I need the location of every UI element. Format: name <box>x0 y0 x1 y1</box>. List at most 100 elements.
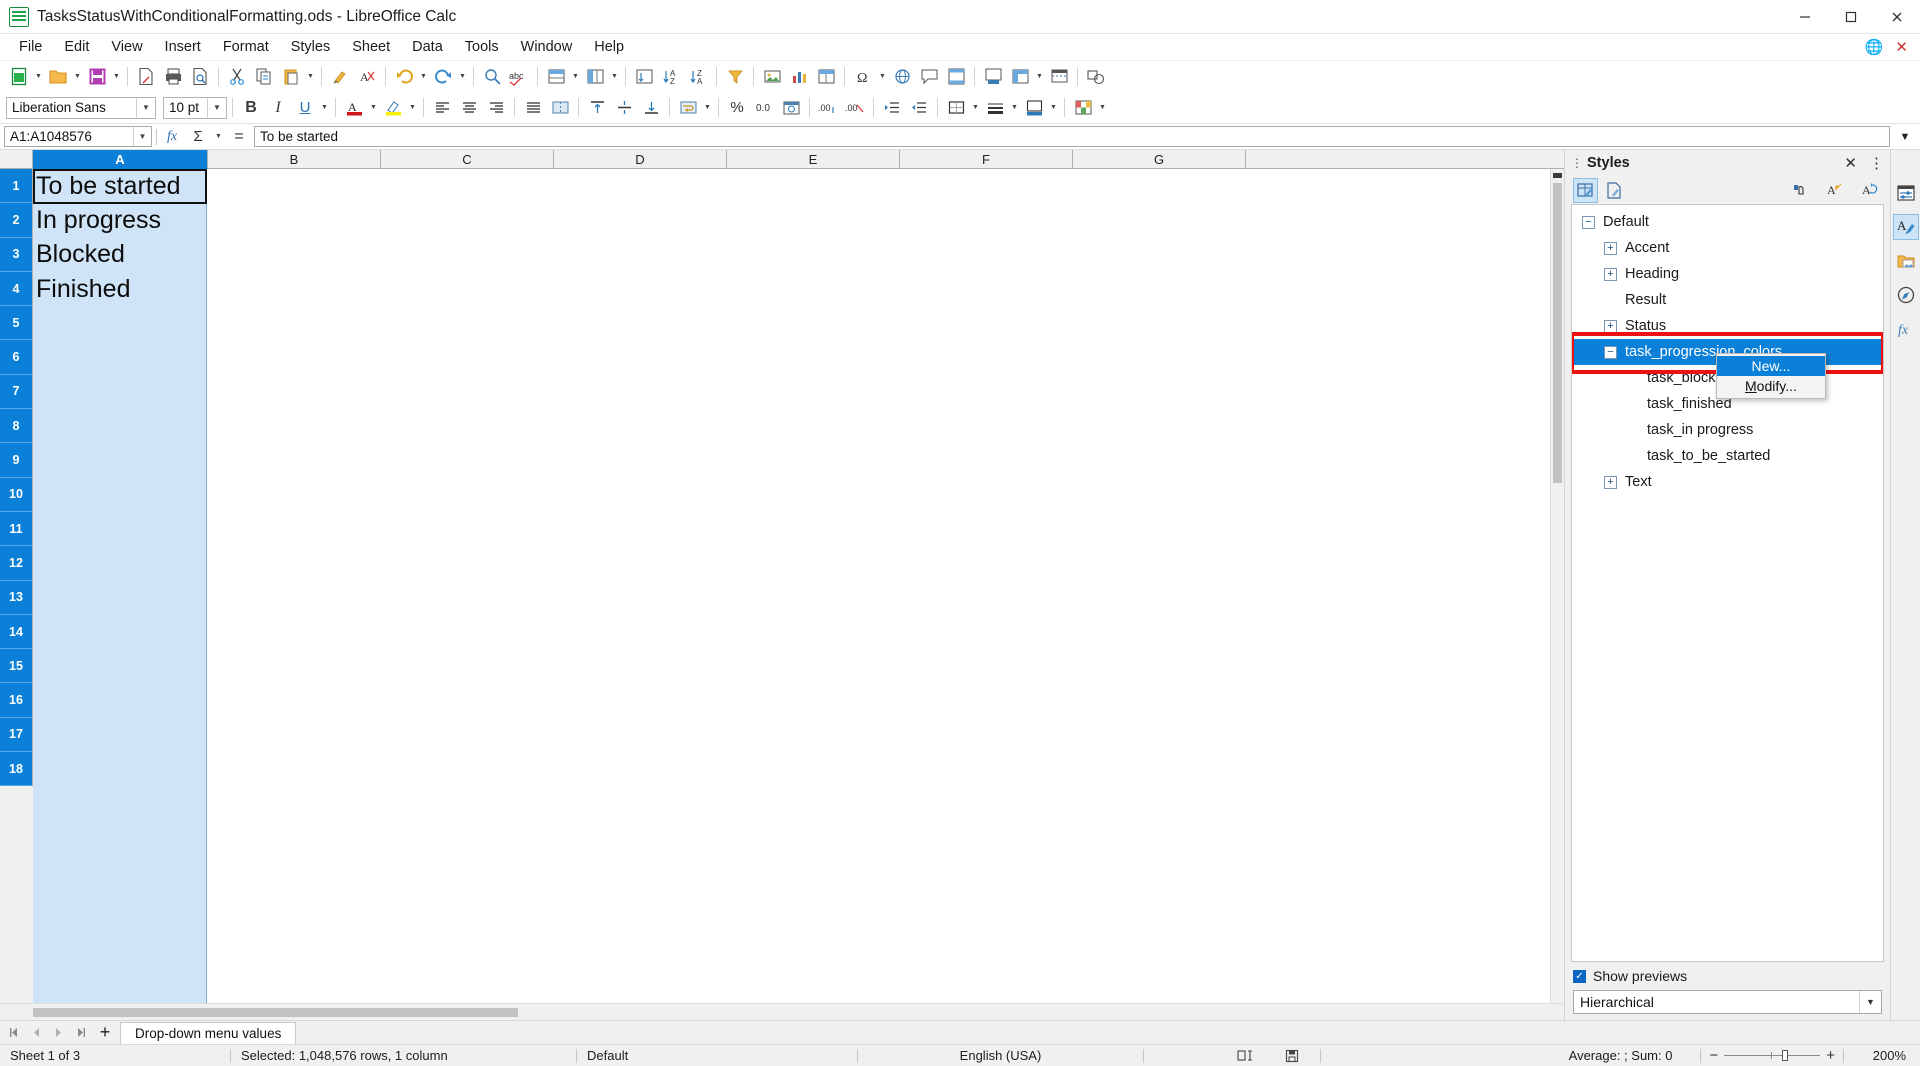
menu-styles[interactable]: Styles <box>280 36 342 58</box>
styles-deck-icon[interactable]: A <box>1892 214 1919 240</box>
cell-a10[interactable] <box>33 478 208 512</box>
cell-a15[interactable] <box>33 649 208 683</box>
menu-insert[interactable]: Insert <box>154 36 212 58</box>
open-file-icon[interactable] <box>45 64 71 90</box>
zoom-slider-track[interactable] <box>1724 1050 1821 1061</box>
sidebar-menu-icon[interactable]: ⋮ <box>1869 154 1884 172</box>
fill-format-mode-icon[interactable] <box>1787 178 1812 203</box>
context-menu-item-new[interactable]: New... <box>1717 356 1825 376</box>
sort-ascending-icon[interactable]: AZ <box>658 64 684 90</box>
freeze-rows-columns-icon[interactable] <box>1007 64 1033 90</box>
style-tree-item-result[interactable]: Result <box>1572 287 1883 313</box>
borders-dropdown[interactable]: ▼ <box>970 95 981 121</box>
navigator-deck-icon[interactable] <box>1893 282 1919 308</box>
row-header-15[interactable]: 15 <box>0 649 33 684</box>
cell-a1[interactable]: To be started <box>33 169 208 203</box>
define-print-area-icon[interactable] <box>980 64 1006 90</box>
cell-a13[interactable] <box>33 581 208 615</box>
collapse-icon[interactable]: − <box>1582 215 1595 229</box>
style-tree-item-text[interactable]: + Text <box>1572 469 1883 495</box>
horizontal-scroll-thumb[interactable] <box>33 1007 518 1017</box>
format-as-percent-icon[interactable]: % <box>724 95 750 121</box>
find-replace-icon[interactable] <box>479 64 505 90</box>
copy-icon[interactable] <box>251 64 277 90</box>
format-as-date-icon[interactable] <box>778 95 804 121</box>
style-tree-item-default[interactable]: − Default <box>1572 209 1883 235</box>
vertical-scrollbar[interactable] <box>1550 169 1564 1003</box>
underline-button[interactable]: U <box>292 95 318 121</box>
font-color-icon[interactable]: A <box>341 95 367 121</box>
align-center-icon[interactable] <box>456 95 482 121</box>
print-icon[interactable] <box>160 64 186 90</box>
row-header-12[interactable]: 12 <box>0 546 33 581</box>
row-header-16[interactable]: 16 <box>0 683 33 718</box>
row-header-2[interactable]: 2 <box>0 203 33 238</box>
status-language[interactable]: English (USA) <box>858 1045 1143 1066</box>
cell-a8[interactable] <box>33 409 208 443</box>
expand-icon[interactable]: + <box>1604 241 1617 255</box>
cell-styles-icon[interactable] <box>1573 177 1598 203</box>
redo-dropdown[interactable]: ▼ <box>457 64 468 90</box>
cell-a9[interactable] <box>33 443 208 477</box>
font-size-dropdown-icon[interactable]: ▼ <box>207 97 226 118</box>
insert-row-dropdown[interactable]: ▼ <box>570 64 581 90</box>
first-sheet-button[interactable] <box>4 1023 24 1043</box>
autofilter-icon[interactable] <box>722 64 748 90</box>
freeze-dropdown[interactable]: ▼ <box>1034 64 1045 90</box>
menu-format[interactable]: Format <box>212 36 280 58</box>
row-header-4[interactable]: 4 <box>0 271 33 307</box>
column-header-b[interactable]: B <box>208 150 381 169</box>
insert-hyperlink-icon[interactable] <box>889 64 915 90</box>
close-document-icon[interactable]: ✕ <box>1895 38 1908 56</box>
insert-chart-icon[interactable] <box>786 64 812 90</box>
column-header-g[interactable]: G <box>1073 150 1246 169</box>
styles-tree-list[interactable]: + Text task_to_be_started task_in progress t… <box>1571 204 1884 962</box>
split-window-icon[interactable] <box>1046 64 1072 90</box>
font-name-dropdown-icon[interactable]: ▼ <box>136 97 155 118</box>
status-insert-mode[interactable] <box>1144 1045 1264 1066</box>
name-box[interactable]: A1:A1048576 ▼ <box>4 126 152 147</box>
undo-icon[interactable] <box>391 64 417 90</box>
style-tree-item-accent[interactable]: + Accent <box>1572 235 1883 261</box>
conditional-formatting-dropdown[interactable]: ▼ <box>1097 95 1108 121</box>
function-wizard-icon[interactable]: fx <box>161 126 183 148</box>
border-color-dropdown[interactable]: ▼ <box>1048 95 1059 121</box>
conditional-formatting-icon[interactable] <box>1070 95 1096 121</box>
row-header-8[interactable]: 8 <box>0 409 33 444</box>
format-as-number-icon[interactable]: 0.0 <box>751 95 777 121</box>
styles-context-menu[interactable]: New... Modify... <box>1716 353 1826 399</box>
paste-icon[interactable] <box>278 64 304 90</box>
sidebar-settings-icon[interactable] <box>1893 180 1919 206</box>
align-right-icon[interactable] <box>483 95 509 121</box>
delete-decimal-place-icon[interactable]: .00 <box>842 95 868 121</box>
zoom-slider[interactable]: − + <box>1701 1047 1843 1064</box>
menu-sheet[interactable]: Sheet <box>341 36 401 58</box>
headers-footers-icon[interactable] <box>943 64 969 90</box>
border-style-dropdown[interactable]: ▼ <box>1009 95 1020 121</box>
cells-area[interactable]: To be started In progress Blocked Finished <box>33 169 1550 1003</box>
show-previews-row[interactable]: ✓ Show previews <box>1573 968 1882 984</box>
save-icon[interactable] <box>84 64 110 90</box>
cell-a18[interactable] <box>33 752 208 786</box>
menu-window[interactable]: Window <box>510 36 584 58</box>
row-header-13[interactable]: 13 <box>0 580 33 615</box>
menu-data[interactable]: Data <box>401 36 454 58</box>
menu-view[interactable]: View <box>100 36 153 58</box>
cell-a5[interactable] <box>33 306 208 340</box>
insert-row-icon[interactable] <box>543 64 569 90</box>
page-styles-icon[interactable] <box>1602 178 1627 203</box>
previous-sheet-button[interactable] <box>26 1023 46 1043</box>
undo-dropdown[interactable]: ▼ <box>418 64 429 90</box>
status-save-state-icon[interactable] <box>1264 1045 1320 1066</box>
new-document-icon[interactable] <box>6 64 32 90</box>
column-header-a[interactable]: A <box>33 150 208 169</box>
add-decimal-place-icon[interactable]: .00 <box>815 95 841 121</box>
cell-a17[interactable] <box>33 718 208 752</box>
row-header-10[interactable]: 10 <box>0 477 33 512</box>
row-header-17[interactable]: 17 <box>0 717 33 753</box>
expand-icon[interactable]: + <box>1604 267 1617 281</box>
align-center-vertical-icon[interactable] <box>611 95 637 121</box>
globe-icon[interactable]: 🌐 <box>1865 38 1884 56</box>
align-bottom-icon[interactable] <box>638 95 664 121</box>
menu-tools[interactable]: Tools <box>454 36 510 58</box>
